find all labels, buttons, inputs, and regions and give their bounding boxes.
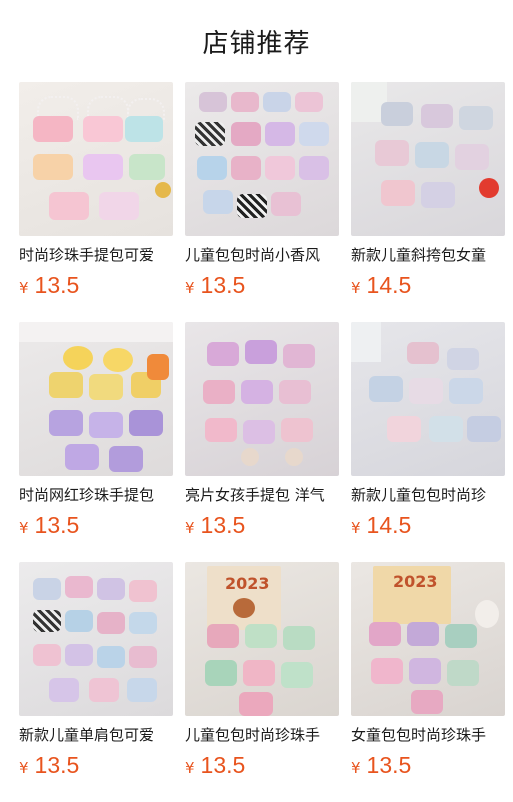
product-image[interactable] xyxy=(19,82,173,236)
product-name[interactable]: 女童包包时尚珍珠手 xyxy=(351,724,505,746)
product-name[interactable]: 儿童包包时尚小香风 xyxy=(185,244,339,266)
product-price: ¥ 14.5 xyxy=(351,272,505,299)
product-card[interactable]: 时尚珍珠手提包可爱 ¥ 13.5 xyxy=(19,82,173,322)
currency-symbol: ¥ xyxy=(351,759,361,777)
product-name[interactable]: 儿童包包时尚珍珠手 xyxy=(185,724,339,746)
product-price: ¥ 13.5 xyxy=(19,512,173,539)
product-price: ¥ 13.5 xyxy=(351,752,505,779)
product-price: ¥ 13.5 xyxy=(19,272,173,299)
currency-symbol: ¥ xyxy=(19,519,29,537)
product-price: ¥ 14.5 xyxy=(351,512,505,539)
product-image[interactable] xyxy=(19,322,173,476)
page-title: 店铺推荐 xyxy=(202,28,311,59)
currency-symbol: ¥ xyxy=(351,279,361,297)
calendar-year: 2023 xyxy=(393,572,438,591)
product-card[interactable]: 新款儿童包包时尚珍 ¥ 14.5 xyxy=(351,322,505,562)
product-name[interactable]: 亮片女孩手提包 洋气 xyxy=(185,484,339,506)
price-amount: 13.5 xyxy=(366,752,412,778)
currency-symbol: ¥ xyxy=(185,279,195,297)
product-image[interactable] xyxy=(351,322,505,476)
price-amount: 13.5 xyxy=(34,272,80,298)
currency-symbol: ¥ xyxy=(19,759,29,777)
product-card[interactable]: 时尚网红珍珠手提包 ¥ 13.5 xyxy=(19,322,173,562)
calendar-year: 2023 xyxy=(225,574,270,593)
product-card[interactable]: 亮片女孩手提包 洋气 ¥ 13.5 xyxy=(185,322,339,562)
product-name[interactable]: 时尚珍珠手提包可爱 xyxy=(19,244,173,266)
price-amount: 13.5 xyxy=(200,752,246,778)
page-header: 店铺推荐 xyxy=(0,0,513,82)
product-card[interactable]: 2023 儿童包包时尚珍珠手 ¥ 13.5 xyxy=(185,562,339,802)
price-amount: 14.5 xyxy=(366,272,412,298)
product-card[interactable]: 新款儿童单肩包可爱 ¥ 13.5 xyxy=(19,562,173,802)
product-price: ¥ 13.5 xyxy=(185,512,339,539)
currency-symbol: ¥ xyxy=(351,519,361,537)
product-price: ¥ 13.5 xyxy=(185,752,339,779)
product-card[interactable]: 2023 女童包包时尚珍珠手 ¥ 13.5 xyxy=(351,562,505,802)
price-amount: 13.5 xyxy=(200,272,246,298)
product-name[interactable]: 时尚网红珍珠手提包 xyxy=(19,484,173,506)
currency-symbol: ¥ xyxy=(185,519,195,537)
product-grid: 时尚珍珠手提包可爱 ¥ 13.5 儿童包包时尚小香风 ¥ 13.5 新款儿童斜挎… xyxy=(0,82,513,802)
product-price: ¥ 13.5 xyxy=(19,752,173,779)
product-name[interactable]: 新款儿童包包时尚珍 xyxy=(351,484,505,506)
product-image[interactable] xyxy=(185,322,339,476)
product-name[interactable]: 新款儿童斜挎包女童 xyxy=(351,244,505,266)
product-image[interactable] xyxy=(19,562,173,716)
price-amount: 13.5 xyxy=(200,512,246,538)
price-amount: 14.5 xyxy=(366,512,412,538)
product-image[interactable]: 2023 xyxy=(185,562,339,716)
product-card[interactable]: 儿童包包时尚小香风 ¥ 13.5 xyxy=(185,82,339,322)
product-image[interactable]: 2023 xyxy=(351,562,505,716)
product-card[interactable]: 新款儿童斜挎包女童 ¥ 14.5 xyxy=(351,82,505,322)
currency-symbol: ¥ xyxy=(185,759,195,777)
currency-symbol: ¥ xyxy=(19,279,29,297)
product-image[interactable] xyxy=(185,82,339,236)
product-price: ¥ 13.5 xyxy=(185,272,339,299)
product-name[interactable]: 新款儿童单肩包可爱 xyxy=(19,724,173,746)
price-amount: 13.5 xyxy=(34,752,80,778)
product-image[interactable] xyxy=(351,82,505,236)
price-amount: 13.5 xyxy=(34,512,80,538)
